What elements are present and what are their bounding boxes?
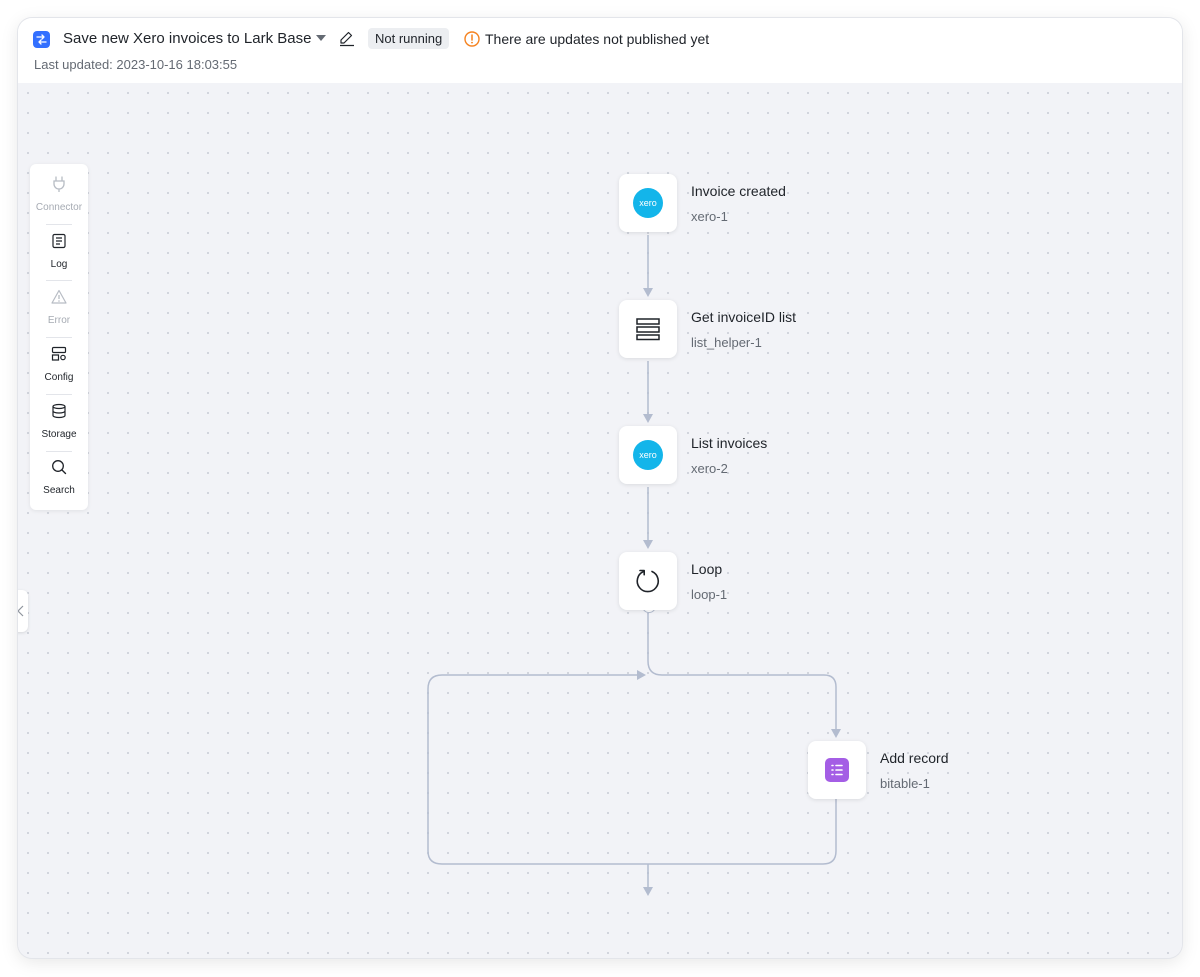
list-icon — [636, 318, 660, 341]
workflow-canvas[interactable]: Connector Log Error Config Storage Searc… — [18, 83, 1182, 958]
node-add-record[interactable] — [808, 741, 866, 799]
node-invoice-created[interactable]: xero — [619, 174, 677, 232]
node-title: List invoices — [691, 435, 768, 451]
node-id: loop-1 — [691, 587, 728, 602]
last-updated: Last updated: 2023-10-16 18:03:55 — [34, 57, 238, 72]
node-loop[interactable] — [619, 552, 677, 610]
xero-logo-icon: xero — [633, 188, 663, 218]
node-id: bitable-1 — [880, 776, 930, 791]
flow-title[interactable]: Save new Xero invoices to Lark Base — [63, 30, 311, 47]
node-id: xero-2 — [691, 461, 728, 476]
caret-down-icon[interactable] — [314, 31, 328, 45]
bitable-icon — [825, 758, 849, 782]
node-list-invoices[interactable]: xero — [619, 426, 677, 484]
unpublished-warning: There are updates not published yet — [485, 31, 710, 47]
edit-title-button[interactable] — [338, 29, 356, 47]
xero-logo-icon: xero — [633, 440, 663, 470]
warning-circle-icon — [464, 31, 480, 47]
node-id: xero-1 — [691, 209, 728, 224]
node-title: Get invoiceID list — [691, 309, 797, 325]
pencil-icon — [340, 31, 354, 47]
flow-connectors — [427, 235, 841, 896]
workflow-app-icon — [33, 31, 50, 48]
node-id: list_helper-1 — [691, 335, 762, 350]
node-title: Loop — [691, 561, 723, 577]
node-title: Invoice created — [691, 183, 786, 199]
loop-icon — [636, 569, 660, 593]
workflow-window: Save new Xero invoices to Lark Base Not … — [18, 18, 1182, 958]
node-title: Add record — [880, 750, 949, 766]
header: Save new Xero invoices to Lark Base Not … — [18, 18, 1182, 83]
node-get-invoiceid-list[interactable] — [619, 300, 677, 358]
status-badge: Not running — [368, 28, 450, 49]
